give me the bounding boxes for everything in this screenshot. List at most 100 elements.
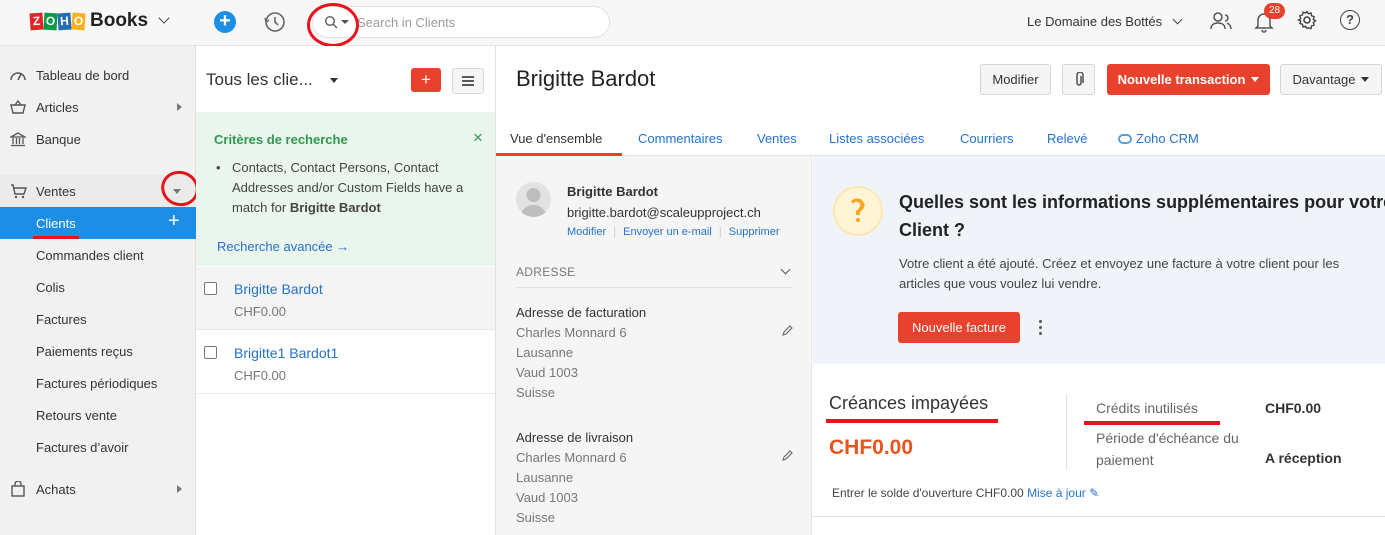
address-header: ADRESSE — [516, 265, 576, 279]
tab-related-lists[interactable]: Listes associées — [829, 131, 924, 146]
list-item[interactable]: Brigitte1 Bardot1 CHF0.00 — [196, 331, 495, 394]
update-link[interactable]: Mise à jour — [1027, 486, 1086, 500]
sidebar: Tableau de bord Articles Banque Ventes C… — [0, 46, 204, 535]
sidebar-item-packages[interactable]: Colis — [0, 271, 196, 303]
payment-term-line: Période d'échéance du — [1096, 430, 1239, 446]
sidebar-item-label: Paiements reçus — [36, 343, 133, 359]
more-label: Davantage — [1292, 72, 1356, 87]
list-view-selector[interactable]: Tous les clie... — [206, 70, 338, 90]
shipping-address-label: Adresse de livraison — [516, 430, 634, 445]
crm-icon — [1118, 134, 1132, 144]
pencil-icon[interactable]: ✎ — [1089, 486, 1099, 500]
info-text-line: articles que vous voulez lui vendre. — [899, 276, 1102, 291]
receivables-value: CHF0.00 — [829, 436, 914, 459]
sidebar-item-bank[interactable]: Banque — [0, 123, 196, 155]
sidebar-item-label: Commandes client — [36, 247, 144, 263]
info-title-line: Quelles sont les informations supplément… — [899, 192, 1385, 212]
sidebar-item-label: Articles — [36, 99, 79, 115]
attach-button[interactable] — [1062, 64, 1095, 95]
sidebar-item-label: Ventes — [36, 183, 76, 199]
add-client-icon[interactable]: + — [168, 210, 180, 233]
app-name: Books — [90, 10, 149, 31]
list-title: Tous les clie... — [206, 70, 313, 89]
chevron-down-icon[interactable] — [158, 12, 170, 24]
help-icon[interactable]: ? — [1340, 10, 1360, 30]
opening-balance: Entrer le solde d'ouverture CHF0.00 Mise… — [832, 486, 1099, 500]
address-line: Charles Monnard 6 — [516, 450, 627, 465]
close-icon[interactable]: × — [473, 128, 483, 148]
sidebar-item-label: Factures d’avoir — [36, 439, 129, 455]
caret-down-icon — [1251, 77, 1260, 82]
address-section-header[interactable]: ADRESSE — [516, 264, 793, 288]
search-criteria-box: Critères de recherche × • Contacts, Cont… — [196, 112, 495, 266]
info-title-line: Client ? — [899, 220, 965, 240]
address-line: Vaud 1003 — [516, 490, 578, 505]
row-checkbox[interactable] — [204, 282, 217, 295]
search-input[interactable] — [357, 13, 597, 32]
tab-zoho-crm-label: Zoho CRM — [1136, 131, 1199, 146]
sidebar-item-sales-orders[interactable]: Commandes client — [0, 239, 196, 271]
pencil-icon[interactable] — [781, 450, 793, 462]
row-checkbox[interactable] — [204, 346, 217, 359]
new-invoice-button[interactable]: Nouvelle facture — [898, 312, 1020, 343]
tab-sales[interactable]: Ventes — [757, 131, 797, 146]
billing-address-label: Adresse de facturation — [516, 305, 647, 320]
pencil-icon[interactable] — [781, 325, 793, 337]
sidebar-item-label: Colis — [36, 279, 65, 295]
divider — [813, 516, 1385, 517]
page-title: Brigitte Bardot — [516, 66, 656, 91]
tab-zoho-crm[interactable]: Zoho CRM — [1118, 131, 1199, 146]
divider — [1066, 394, 1067, 470]
edit-button[interactable]: Modifier — [980, 64, 1051, 95]
client-name[interactable]: Brigitte Bardot — [234, 281, 323, 297]
unused-credits-label: Crédits inutilisés — [1096, 400, 1198, 416]
sidebar-item-payments-received[interactable]: Paiements reçus — [0, 335, 196, 367]
sidebar-item-dashboard[interactable]: Tableau de bord — [0, 59, 196, 91]
info-card-title: Quelles sont les informations supplément… — [899, 188, 1385, 244]
more-button[interactable]: Davantage — [1280, 64, 1382, 95]
sidebar-item-credit-notes[interactable]: Factures d’avoir — [0, 431, 196, 463]
tab-overview[interactable]: Vue d'ensemble — [510, 131, 602, 146]
sidebar-item-invoices[interactable]: Factures — [0, 303, 196, 335]
sidebar-item-label: Achats — [36, 481, 76, 497]
annotation-underline — [1084, 421, 1220, 425]
recent-history-icon[interactable] — [263, 10, 287, 34]
caret-down-icon — [1361, 77, 1370, 82]
basket-icon — [9, 100, 27, 114]
tab-mails[interactable]: Courriers — [960, 131, 1013, 146]
logo-letter: H — [57, 12, 72, 30]
payment-term-line: paiement — [1096, 452, 1154, 468]
tab-statement[interactable]: Relevé — [1047, 131, 1087, 146]
address-line: Lausanne — [516, 470, 574, 485]
gear-icon[interactable] — [1297, 10, 1317, 33]
advanced-search-link[interactable]: Recherche avancée → — [217, 239, 349, 254]
more-options-icon[interactable] — [1039, 320, 1043, 335]
quick-create-button[interactable]: + — [214, 11, 236, 33]
new-client-button[interactable]: + — [411, 68, 441, 92]
contact-email-link[interactable]: Envoyer un e-mail — [623, 226, 712, 238]
logo-letter: O — [71, 12, 86, 30]
zoho-books-logo[interactable]: Z O H O Books — [29, 10, 170, 32]
sidebar-item-recurring-invoices[interactable]: Factures périodiques — [0, 367, 196, 399]
list-item[interactable]: Brigitte Bardot CHF0.00 — [196, 267, 495, 330]
contact-edit-link[interactable]: Modifier — [567, 226, 606, 238]
list-options-button[interactable] — [452, 68, 484, 94]
contact-delete-link[interactable]: Supprimer — [729, 226, 780, 238]
address-line: Charles Monnard 6 — [516, 325, 627, 340]
sidebar-item-label: Factures — [36, 311, 87, 327]
tab-comments[interactable]: Commentaires — [638, 131, 723, 146]
chevron-down-icon — [780, 264, 791, 275]
info-card-text: Votre client a été ajouté. Créez et envo… — [899, 254, 1339, 294]
info-text-line: Votre client a été ajouté. Créez et envo… — [899, 256, 1340, 271]
sidebar-item-sales-returns[interactable]: Retours vente — [0, 399, 196, 431]
organization-switcher[interactable]: Le Domaine des Bottés — [1027, 14, 1183, 29]
new-transaction-button[interactable]: Nouvelle transaction — [1107, 64, 1270, 95]
sidebar-item-articles[interactable]: Articles — [0, 91, 196, 123]
sidebar-item-purchases[interactable]: Achats — [0, 473, 196, 505]
sidebar-item-label: Retours vente — [36, 407, 117, 423]
criteria-text-block: • Contacts, Contact Persons, Contact Add… — [216, 160, 464, 215]
contact-name: Brigitte Bardot — [567, 184, 658, 199]
users-icon[interactable] — [1210, 11, 1232, 34]
sidebar-item-clients[interactable]: Clients + — [0, 207, 196, 239]
client-name[interactable]: Brigitte1 Bardot1 — [234, 345, 338, 361]
